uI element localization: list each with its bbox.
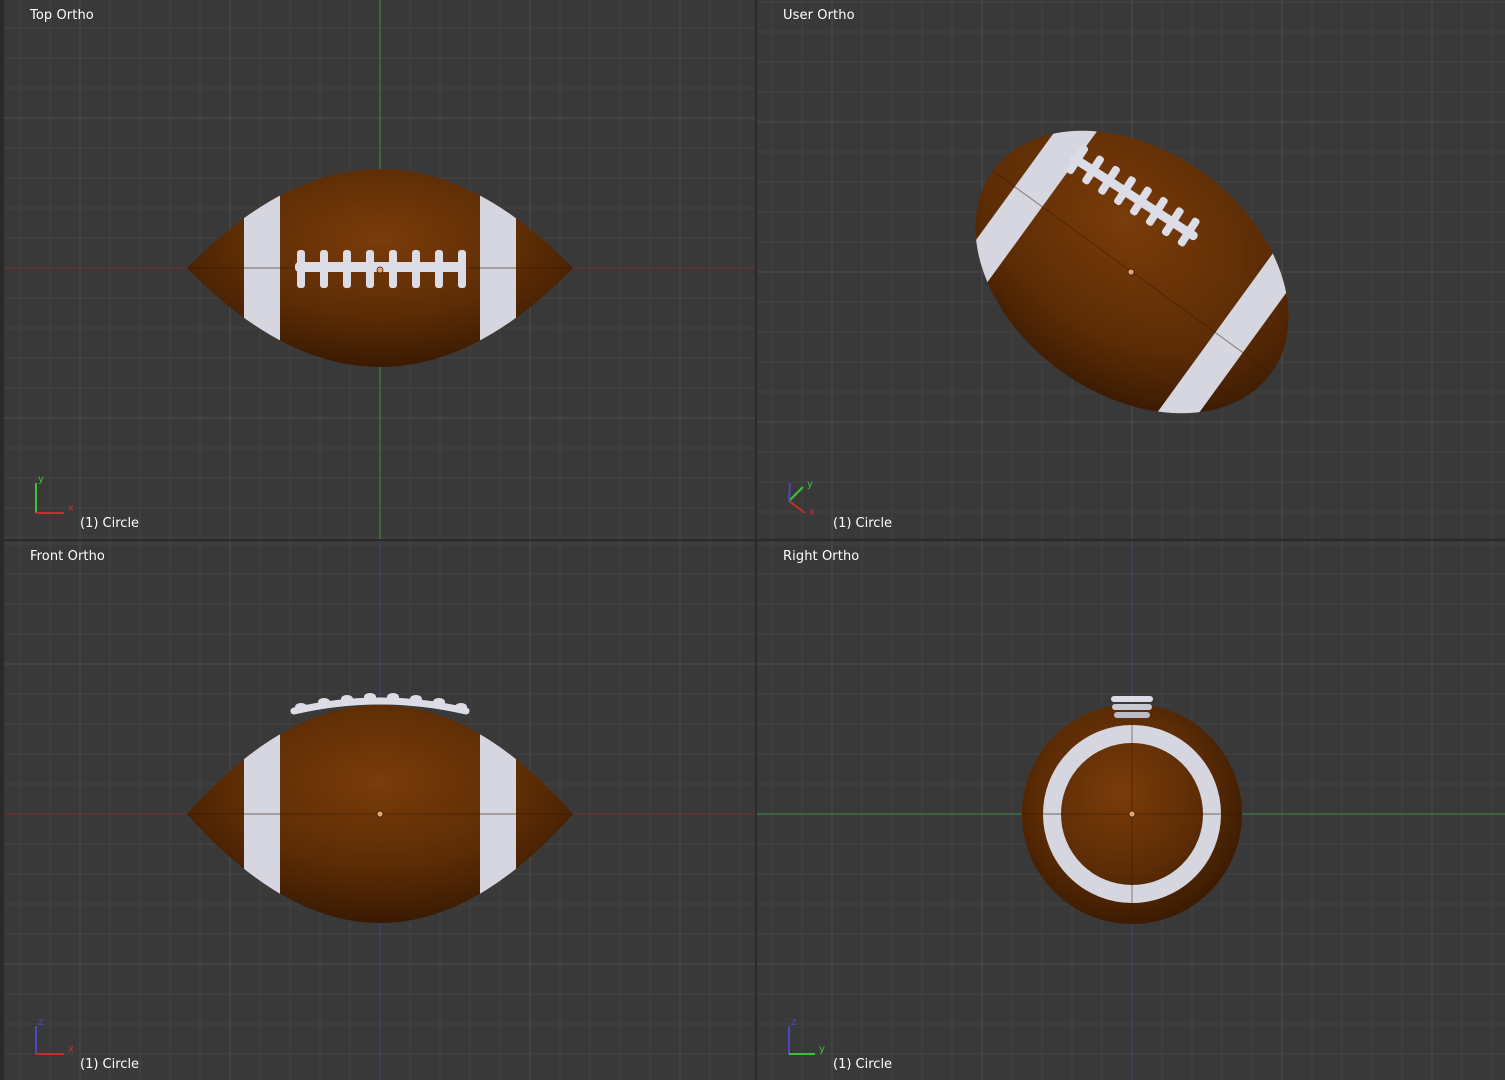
- object-origin-icon: [1127, 268, 1135, 276]
- ball-stripe-left: [244, 169, 280, 367]
- axis-gizmo-icon: z x: [35, 1017, 74, 1055]
- viewport-user-ortho[interactable]: User Ortho y x (1) Circle: [757, 0, 1505, 539]
- svg-text:x: x: [68, 503, 74, 514]
- viewport-right-ortho[interactable]: Right Ortho z y (1) Circle: [757, 541, 1505, 1080]
- football-right-view[interactable]: [757, 541, 1505, 1080]
- ball-stripe-right: [480, 169, 516, 367]
- svg-text:x: x: [68, 1044, 74, 1055]
- active-object-label: (1) Circle: [833, 1057, 893, 1072]
- quad-view-editor: Top Ortho y x (1) Circle User Ortho y x …: [0, 0, 1505, 1080]
- axis-gizmo-icon: z y: [788, 1017, 825, 1055]
- object-origin-icon: [376, 266, 384, 274]
- viewport-title: Right Ortho: [783, 549, 860, 564]
- active-object-label: (1) Circle: [80, 1057, 140, 1072]
- active-object-label: (1) Circle: [80, 516, 140, 531]
- object-origin-icon: [1128, 810, 1136, 818]
- lace-group: [1111, 696, 1153, 718]
- object-origin-icon: [376, 810, 384, 818]
- svg-text:z: z: [38, 1017, 43, 1028]
- viewport-front-ortho[interactable]: Front Ortho z x (1) Circle: [4, 541, 755, 1080]
- axis-gizmo-icon: y x: [35, 475, 74, 514]
- ball-stripe-left: [244, 705, 280, 923]
- viewport-top-ortho[interactable]: Top Ortho y x (1) Circle: [4, 0, 755, 539]
- svg-text:y: y: [819, 1044, 825, 1055]
- football-user-view[interactable]: [757, 0, 1505, 539]
- svg-text:y: y: [807, 479, 813, 490]
- viewport-title: Top Ortho: [30, 8, 94, 23]
- viewport-title: User Ortho: [783, 8, 855, 23]
- football-front-view[interactable]: [4, 541, 755, 1080]
- svg-text:x: x: [809, 507, 815, 518]
- axis-gizmo-icon: y x: [788, 479, 815, 518]
- ball-stripe-right: [480, 705, 516, 923]
- svg-text:y: y: [38, 475, 44, 485]
- viewport-title: Front Ortho: [30, 549, 105, 564]
- active-object-label: (1) Circle: [833, 516, 893, 531]
- svg-text:z: z: [791, 1017, 796, 1028]
- football-top-view[interactable]: [4, 0, 755, 539]
